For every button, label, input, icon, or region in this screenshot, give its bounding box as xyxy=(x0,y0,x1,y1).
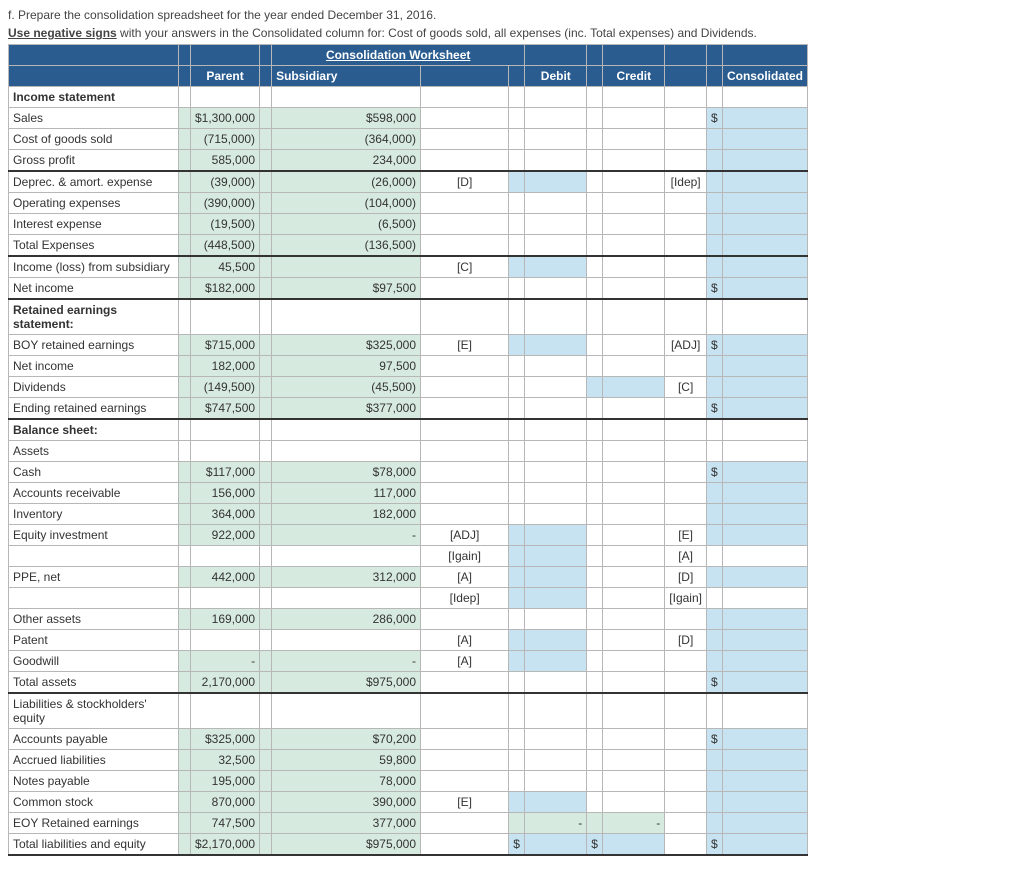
cs-cons-input[interactable] xyxy=(722,792,807,813)
sales-cons-sign: $ xyxy=(706,108,722,129)
inv-cons-input[interactable] xyxy=(722,504,807,525)
ppe-debit-input[interactable] xyxy=(525,567,587,588)
boyre-debit-input[interactable] xyxy=(525,335,587,356)
section-balance-sheet: Balance sheet: xyxy=(9,419,179,441)
col-debit: Debit xyxy=(525,66,587,87)
row-np: Notes payable 195,000 78,000 xyxy=(9,771,808,792)
row-div: Dividends (149,500) (45,500) [C] xyxy=(9,377,808,398)
row-netinc: Net income $182,000 $97,500 $ xyxy=(9,278,808,300)
dep-cons-input[interactable] xyxy=(722,171,807,193)
div-credit-input[interactable] xyxy=(603,377,665,398)
opex-cons-input[interactable] xyxy=(722,193,807,214)
row-eoyre: EOY Retained earnings 747,500 377,000 - … xyxy=(9,813,808,834)
ar-cons-input[interactable] xyxy=(722,483,807,504)
row-dep: Deprec. & amort. expense (39,000) (26,00… xyxy=(9,171,808,193)
patent-cons-input[interactable] xyxy=(722,630,807,651)
goodwill-cons-input[interactable] xyxy=(722,651,807,672)
row-netinc2: Net income 182,000 97,500 xyxy=(9,356,808,377)
totle-debit-input[interactable] xyxy=(525,834,587,856)
row-sales: Sales $1,300,000 $598,000 $ xyxy=(9,108,808,129)
sales-cons-input[interactable] xyxy=(722,108,807,129)
row-cogs: Cost of goods sold (715,000) (364,000) xyxy=(9,129,808,150)
section-liab-equity: Liabilities & stockholders' equity xyxy=(9,693,179,729)
row-inv: Inventory 364,000 182,000 xyxy=(9,504,808,525)
col-credit: Credit xyxy=(603,66,665,87)
row-patent: Patent [A] [D] xyxy=(9,630,808,651)
row-ppe: PPE, net 442,000 312,000 [A] [D] xyxy=(9,567,808,588)
row-ar: Accounts receivable 156,000 117,000 xyxy=(9,483,808,504)
cs-debit-input[interactable] xyxy=(525,792,587,813)
instruction-line-2: Use negative signs with your answers in … xyxy=(8,26,1016,40)
intexp-cons-input[interactable] xyxy=(722,214,807,235)
totassets-cons-input[interactable] xyxy=(722,672,807,694)
ap-cons-input[interactable] xyxy=(722,729,807,750)
totle-credit-input[interactable] xyxy=(603,834,665,856)
ppe2-debit-input[interactable] xyxy=(525,588,587,609)
div-cons-input[interactable] xyxy=(722,377,807,398)
col-subsidiary: Subsidiary xyxy=(272,66,421,87)
eqinv-debit-input[interactable] xyxy=(525,525,587,546)
incsub-debit-input[interactable] xyxy=(525,256,587,278)
dep-debit-input[interactable] xyxy=(525,171,587,193)
goodwill-debit-input[interactable] xyxy=(525,651,587,672)
row-eqinv2: [Igain] [A] xyxy=(9,546,808,567)
boyre-cons-input[interactable] xyxy=(722,335,807,356)
row-opex: Operating expenses (390,000) (104,000) xyxy=(9,193,808,214)
eqinv2-debit-input[interactable] xyxy=(525,546,587,567)
row-totle: Total liabilities and equity $2,170,000 … xyxy=(9,834,808,856)
row-endre: Ending retained earnings $747,500 $377,0… xyxy=(9,398,808,420)
row-totexp: Total Expenses (448,500) (136,500) xyxy=(9,235,808,257)
np-cons-input[interactable] xyxy=(722,771,807,792)
eqinv-cons-input[interactable] xyxy=(722,525,807,546)
other-cons-input[interactable] xyxy=(722,609,807,630)
totle-cons-input[interactable] xyxy=(722,834,807,856)
worksheet-title: Consolidation Worksheet xyxy=(272,45,525,66)
eoyre-cons-input[interactable] xyxy=(722,813,807,834)
row-cash: Cash $117,000 $78,000 $ xyxy=(9,462,808,483)
gp-cons-input[interactable] xyxy=(722,150,807,172)
section-income-statement: Income statement xyxy=(9,87,179,108)
row-ppe2: [Idep] [Igain] xyxy=(9,588,808,609)
consolidation-worksheet: Consolidation Worksheet Parent Subsidiar… xyxy=(8,44,808,856)
row-cs: Common stock 870,000 390,000 [E] xyxy=(9,792,808,813)
patent-debit-input[interactable] xyxy=(525,630,587,651)
row-accr: Accrued liabilities 32,500 59,800 xyxy=(9,750,808,771)
section-assets: Assets xyxy=(9,441,179,462)
row-ap: Accounts payable $325,000 $70,200 $ xyxy=(9,729,808,750)
col-consolidated: Consolidated xyxy=(722,66,807,87)
netinc-cons-input[interactable] xyxy=(722,278,807,300)
netinc2-cons-input[interactable] xyxy=(722,356,807,377)
header-row-1: Consolidation Worksheet xyxy=(9,45,808,66)
totexp-cons-input[interactable] xyxy=(722,235,807,257)
row-other: Other assets 169,000 286,000 xyxy=(9,609,808,630)
row-goodwill: Goodwill - - [A] xyxy=(9,651,808,672)
accr-cons-input[interactable] xyxy=(722,750,807,771)
row-boyre: BOY retained earnings $715,000 $325,000 … xyxy=(9,335,808,356)
instruction-line-1: f. Prepare the consolidation spreadsheet… xyxy=(8,8,1016,22)
col-parent: Parent xyxy=(191,66,260,87)
ppe-cons-input[interactable] xyxy=(722,567,807,588)
instruction-emphasis: Use negative signs xyxy=(8,26,117,40)
cash-cons-input[interactable] xyxy=(722,462,807,483)
instruction-rest: with your answers in the Consolidated co… xyxy=(117,26,757,40)
row-totassets: Total assets 2,170,000 $975,000 $ xyxy=(9,672,808,694)
row-gross-profit: Gross profit 585,000 234,000 xyxy=(9,150,808,172)
endre-cons-input[interactable] xyxy=(722,398,807,420)
row-eqinv: Equity investment 922,000 - [ADJ] [E] xyxy=(9,525,808,546)
header-row-2: Parent Subsidiary Debit Credit Consolida… xyxy=(9,66,808,87)
row-intexp: Interest expense (19,500) (6,500) xyxy=(9,214,808,235)
section-retained-earnings: Retained earnings statement: xyxy=(9,299,179,335)
incsub-cons-input[interactable] xyxy=(722,256,807,278)
row-incsub: Income (loss) from subsidiary 45,500 [C] xyxy=(9,256,808,278)
cogs-cons-input[interactable] xyxy=(722,129,807,150)
